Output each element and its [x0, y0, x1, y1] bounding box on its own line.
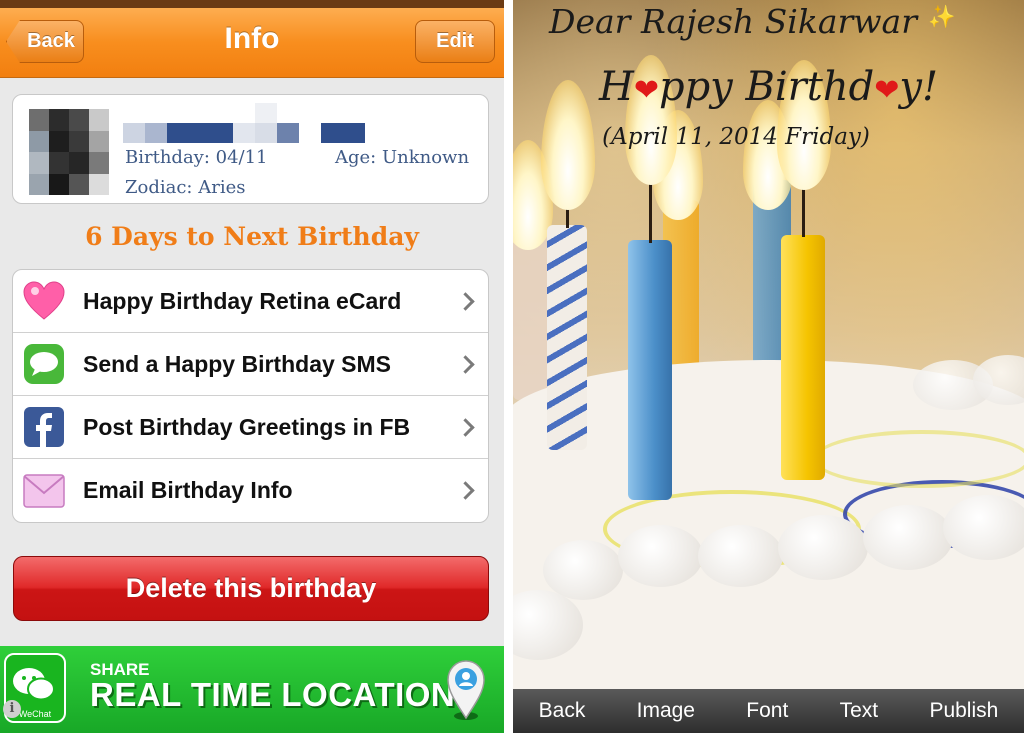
- ecard-row[interactable]: Happy Birthday Retina eCard: [13, 270, 488, 333]
- toolbar-font-button[interactable]: Font: [738, 699, 796, 723]
- heart-icon: ❤: [874, 73, 900, 108]
- birthday-countdown: 6 Days to Next Birthday: [85, 222, 419, 251]
- toolbar-image-button[interactable]: Image: [629, 699, 703, 723]
- ecard-label: Happy Birthday Retina eCard: [83, 287, 402, 314]
- zodiac-sign: Zodiac: Aries: [125, 177, 246, 198]
- redacted-name: [123, 103, 373, 143]
- wechat-ad-banner[interactable]: WeChat SHARE REAL TIME LOCATION: [0, 646, 504, 733]
- actions-list: Happy Birthday Retina eCard Send a Happy…: [12, 269, 489, 523]
- email-row[interactable]: Email Birthday Info: [13, 459, 488, 522]
- sparkle-icon: ✨: [928, 4, 956, 29]
- facebook-row[interactable]: Post Birthday Greetings in FB: [13, 396, 488, 459]
- greeting-date: (April 11, 2014 Friday): [602, 124, 870, 150]
- toolbar-back-button[interactable]: Back: [531, 699, 594, 723]
- chevron-right-icon: [456, 481, 475, 500]
- heart-icon: [23, 280, 65, 322]
- chevron-right-icon: [456, 291, 475, 311]
- sms-row[interactable]: Send a Happy Birthday SMS: [13, 333, 488, 396]
- status-bar-strip: [0, 0, 504, 8]
- age-value: Age: Unknown: [335, 147, 470, 168]
- bottom-toolbar: Back Image Font Text Publish: [513, 689, 1024, 733]
- toolbar-text-button[interactable]: Text: [832, 699, 887, 723]
- avatar: [29, 109, 109, 195]
- greeting-name: Dear Rajesh Sikarwar: [549, 2, 917, 41]
- email-icon: [23, 470, 65, 512]
- heart-icon: ❤: [633, 73, 659, 108]
- sms-icon: [23, 343, 65, 385]
- facebook-icon: [23, 406, 65, 448]
- birthday-date: Birthday: 04/11: [125, 147, 268, 168]
- delete-birthday-button[interactable]: Delete this birthday: [13, 556, 489, 621]
- greeting-part: y!: [899, 64, 939, 110]
- chevron-right-icon: [456, 417, 475, 437]
- greeting-part: ppy Birthd: [658, 64, 875, 110]
- facebook-label: Post Birthday Greetings in FB: [83, 413, 411, 440]
- profile-card: Birthday: 04/11 Age: Unknown Zodiac: Ari…: [12, 94, 489, 204]
- navigation-bar: Back Info Edit: [0, 0, 504, 78]
- toolbar-publish-button[interactable]: Publish: [921, 699, 1006, 723]
- panel-divider: [504, 0, 513, 733]
- edit-button[interactable]: Edit: [415, 20, 495, 63]
- birthday-info-screen: Back Info Edit Birthday: 04/11 Age: Unkn…: [0, 0, 504, 733]
- sms-label: Send a Happy Birthday SMS: [83, 350, 392, 377]
- ecard-preview-screen: Dear Rajesh Sikarwar ✨ H❤ppy Birthd❤y! (…: [513, 0, 1024, 733]
- greeting-part: H: [598, 64, 634, 110]
- location-pin-icon: [444, 658, 488, 722]
- chevron-right-icon: [456, 354, 475, 374]
- email-label: Email Birthday Info: [83, 477, 293, 503]
- ad-headline: REAL TIME LOCATION: [90, 676, 456, 713]
- greeting-headline: H❤ppy Birthd❤y!: [513, 64, 1024, 110]
- info-icon[interactable]: i: [3, 700, 21, 718]
